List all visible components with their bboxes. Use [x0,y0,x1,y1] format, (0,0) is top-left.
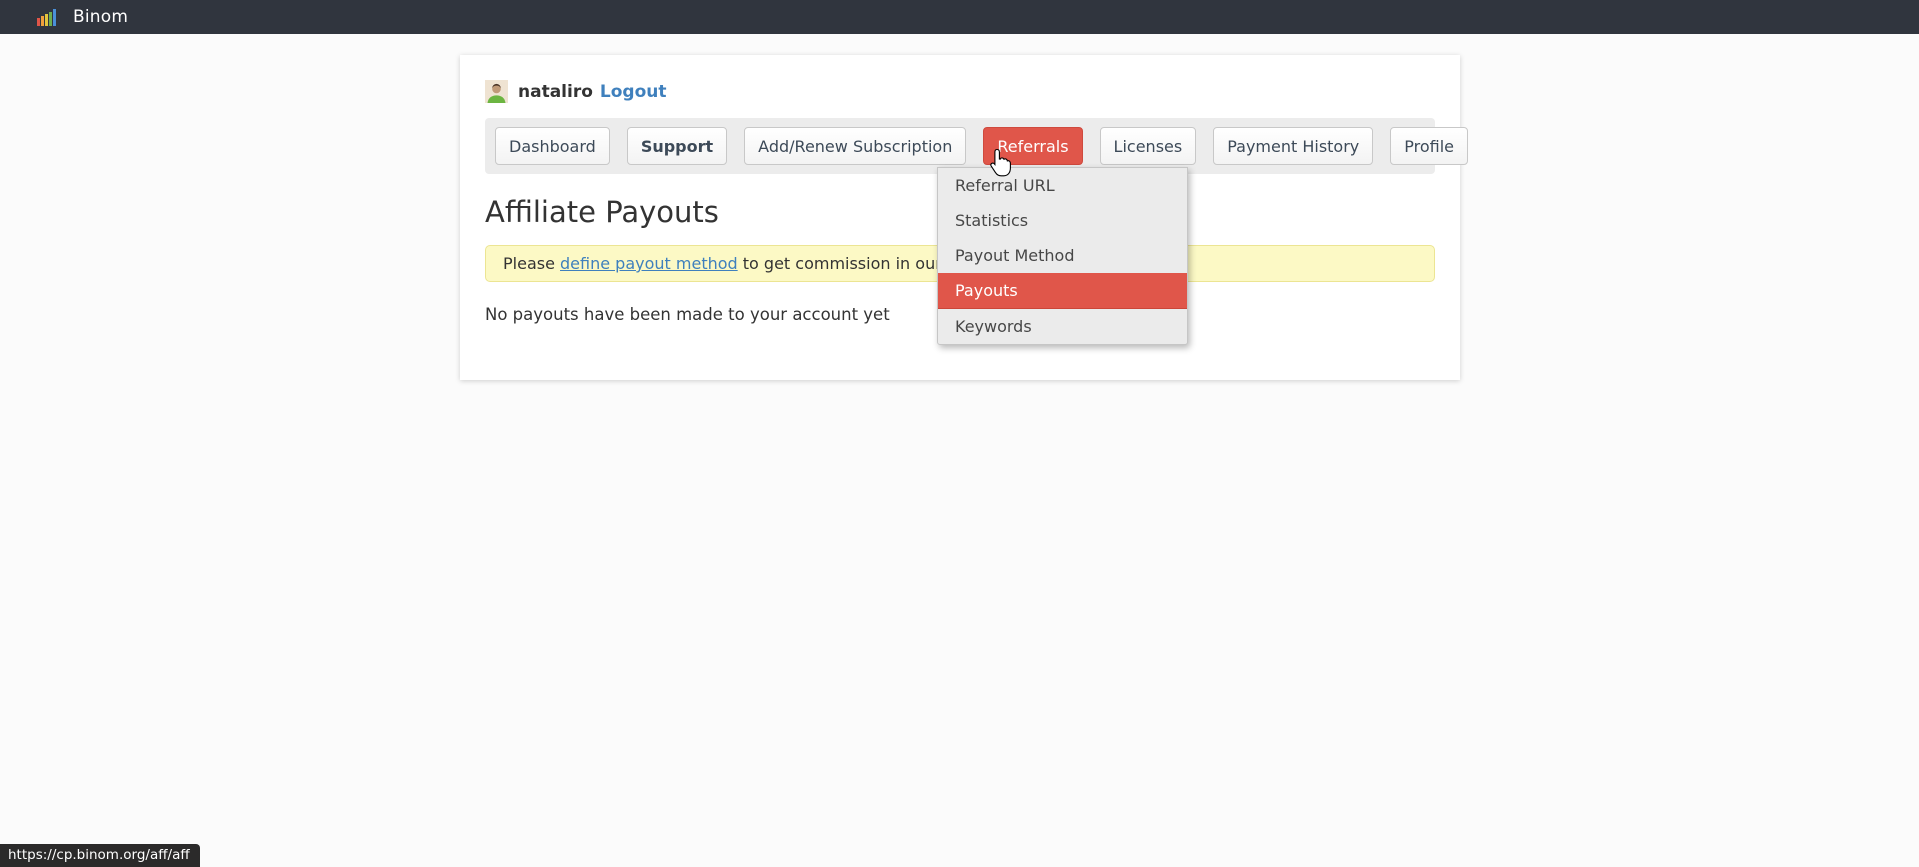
tab-add-renew-subscription[interactable]: Add/Renew Subscription [744,127,966,165]
binom-logo-icon [37,8,60,26]
tab-licenses[interactable]: Licenses [1100,127,1197,165]
menu-item-payouts[interactable]: Payouts [938,273,1187,309]
notice-text-prefix: Please [503,254,560,273]
tab-support[interactable]: Support [627,127,727,165]
define-payout-method-link[interactable]: define payout method [560,254,738,273]
menu-item-payout-method[interactable]: Payout Method [938,238,1187,273]
logout-link[interactable]: Logout [600,82,667,102]
brand-title[interactable]: Binom [73,7,128,27]
menu-item-keywords[interactable]: Keywords [938,309,1187,344]
referrals-dropdown-menu: Referral URL Statistics Payout Method Pa… [937,167,1188,345]
username: nataliro [518,82,593,102]
tab-payment-history[interactable]: Payment History [1213,127,1373,165]
navbar: Dashboard Support Add/Renew Subscription… [485,118,1435,174]
user-avatar [485,80,508,103]
menu-item-statistics[interactable]: Statistics [938,203,1187,238]
menu-item-referral-url[interactable]: Referral URL [938,168,1187,203]
tab-dashboard[interactable]: Dashboard [495,127,610,165]
tab-profile[interactable]: Profile [1390,127,1468,165]
user-row: nataliro Logout [485,80,1435,103]
link-status-tooltip: https://cp.binom.org/aff/aff [0,844,200,867]
topbar: Binom [0,0,1919,34]
tab-referrals[interactable]: Referrals [983,127,1082,165]
